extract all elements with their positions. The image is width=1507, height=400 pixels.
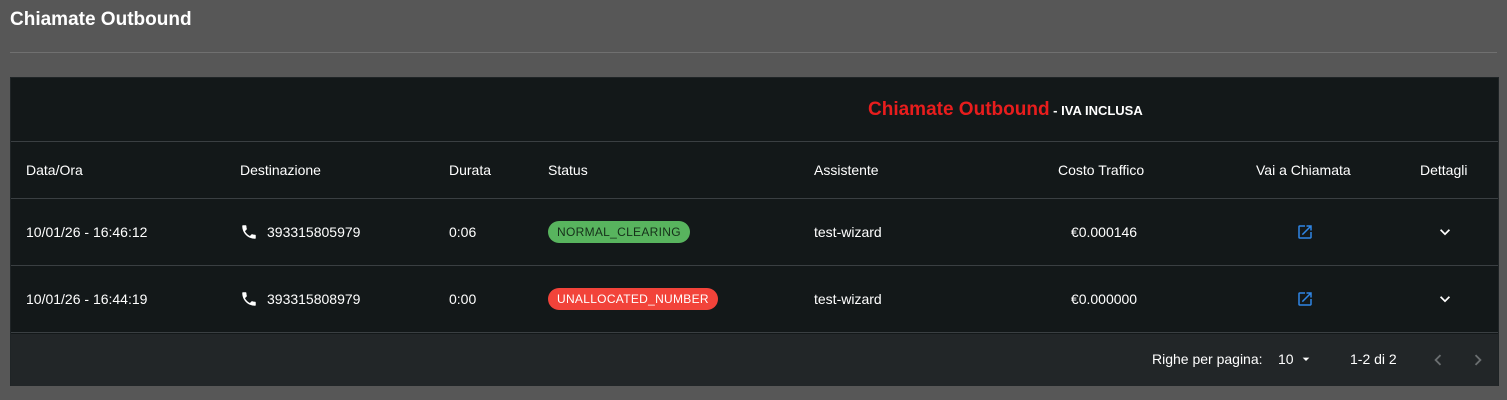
row-cost: €0.000146: [1070, 224, 1138, 240]
row-datetime: 10/01/26 - 16:46:12: [26, 224, 148, 240]
report-header: Chiamate Outbound - IVA INCLUSA: [11, 78, 1498, 142]
chevron-right-icon[interactable]: [1467, 349, 1489, 371]
column-header-status[interactable]: Status: [548, 142, 588, 198]
table-row: 10/01/26 - 16:44:19 393315808979 0:00 UN…: [11, 266, 1498, 333]
destination-number: 393315805979: [267, 224, 361, 240]
table-row: 10/01/26 - 16:46:12 393315805979 0:06 NO…: [11, 199, 1498, 266]
column-header-datetime[interactable]: Data/Ora: [26, 142, 83, 198]
table-header-row: Data/Ora Destinazione Durata Status Assi…: [11, 142, 1498, 199]
row-duration: 0:00: [449, 291, 477, 307]
column-header-go-to-call: Vai a Chiamata: [1256, 162, 1351, 178]
row-cost: €0.000000: [1070, 291, 1138, 307]
row-destination: 393315805979: [240, 199, 360, 265]
row-destination: 393315808979: [240, 266, 360, 332]
report-subtitle: IVA INCLUSA: [1061, 103, 1143, 118]
page-title: Chiamate Outbound: [10, 9, 192, 30]
column-header-assistant[interactable]: Assistente: [814, 142, 879, 198]
page-range: 1-2 di 2: [1350, 351, 1397, 367]
row-status: NORMAL_CLEARING: [548, 199, 690, 265]
open-in-new-icon[interactable]: [1296, 290, 1314, 308]
column-header-details: Dettagli: [1420, 162, 1468, 178]
details-cell: [1419, 199, 1471, 265]
row-assistant: test-wizard: [814, 291, 882, 307]
column-header-duration[interactable]: Durata: [449, 142, 491, 198]
phone-icon: [242, 292, 256, 306]
rows-per-page-label: Righe per pagina:: [1152, 351, 1263, 367]
row-assistant: test-wizard: [814, 224, 882, 240]
row-status: UNALLOCATED_NUMBER: [548, 266, 718, 332]
rows-per-page-value: 10: [1278, 351, 1294, 367]
column-header-cost[interactable]: Costo Traffico: [1058, 142, 1144, 198]
rows-per-page-select[interactable]: 10: [1278, 351, 1314, 367]
status-badge: NORMAL_CLEARING: [548, 221, 690, 243]
caret-down-icon: [1302, 357, 1309, 361]
go-to-call-cell: [1255, 199, 1355, 265]
chevron-down-icon[interactable]: [1435, 289, 1455, 309]
report-title: Chiamate Outbound - IVA INCLUSA: [868, 99, 1143, 121]
phone-icon: [242, 225, 256, 239]
report-subtitle-separator: -: [1049, 103, 1062, 118]
chevron-left-icon[interactable]: [1427, 349, 1449, 371]
go-to-call-cell: [1255, 266, 1355, 332]
pagination-footer: Righe per pagina: 10 1-2 di 2: [11, 334, 1498, 386]
destination-number: 393315808979: [267, 291, 361, 307]
details-cell: [1419, 266, 1471, 332]
status-badge: UNALLOCATED_NUMBER: [548, 288, 718, 310]
row-datetime: 10/01/26 - 16:44:19: [26, 291, 148, 307]
column-header-destination[interactable]: Destinazione: [240, 142, 321, 198]
title-divider: [10, 52, 1497, 53]
chevron-down-icon[interactable]: [1435, 222, 1455, 242]
calls-table-card: Chiamate Outbound - IVA INCLUSA Data/Ora…: [10, 77, 1499, 386]
report-title-text: Chiamate Outbound: [868, 99, 1050, 120]
open-in-new-icon[interactable]: [1296, 223, 1314, 241]
row-duration: 0:06: [449, 224, 477, 240]
